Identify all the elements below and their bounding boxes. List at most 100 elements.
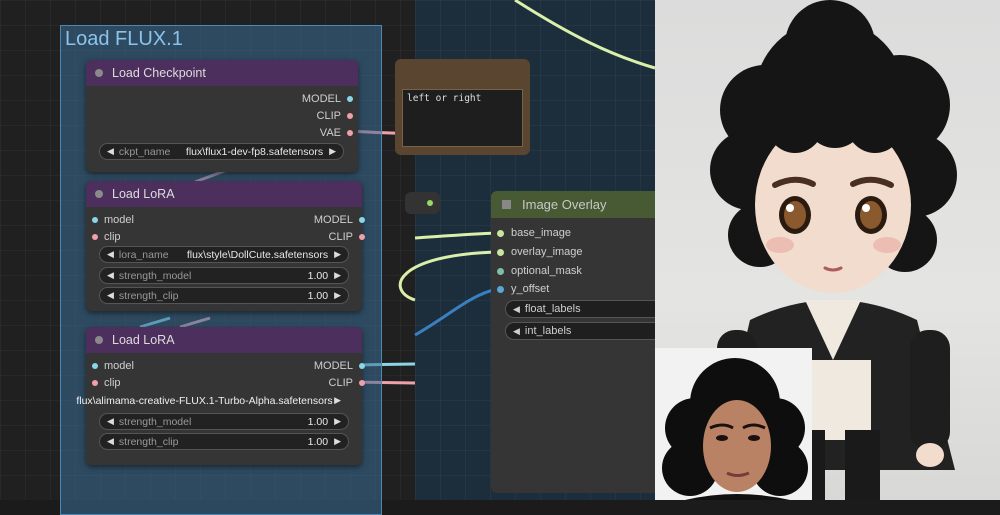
left-arrow-icon[interactable]: ◀ <box>107 290 114 301</box>
right-arrow-icon[interactable]: ▶ <box>334 290 341 301</box>
image-socket-icon[interactable] <box>497 229 504 237</box>
strength-clip-value: 1.00 <box>307 435 329 448</box>
reroute-socket-icon[interactable] <box>427 200 433 206</box>
lora-name-label: lora_name <box>118 248 169 261</box>
input-clip-label: clip <box>104 231 121 243</box>
image-socket-icon[interactable] <box>497 248 504 256</box>
ckpt-name-value: flux\flux1-dev-fp8.safetensors <box>185 145 324 158</box>
strength-clip-number[interactable]: ◀ strength_clip 1.00 ▶ <box>99 287 349 304</box>
clip-socket-icon[interactable] <box>359 380 365 386</box>
load-checkpoint-node[interactable]: Load Checkpoint MODEL CLIP VAE ◀ ckpt_na… <box>86 60 358 172</box>
lora2-header[interactable]: Load LoRA <box>86 327 362 353</box>
load-lora-node-2[interactable]: Load LoRA model clip MODEL CLIP flux\ali… <box>76 327 365 465</box>
collapse-square-icon[interactable] <box>502 200 511 209</box>
ckpt-name-label: ckpt_name <box>118 145 171 158</box>
input-y-offset[interactable]: y_offset <box>497 283 549 295</box>
int-labels-label: int_labels <box>524 325 572 337</box>
left-arrow-icon[interactable]: ◀ <box>107 436 114 447</box>
strength-model-value: 1.00 <box>307 269 329 282</box>
left-arrow-icon[interactable]: ◀ <box>107 416 114 427</box>
collapse-dot-icon[interactable] <box>95 69 103 77</box>
strength-model-label: strength_model <box>118 269 192 282</box>
strength-model-value: 1.00 <box>307 415 329 428</box>
left-arrow-icon[interactable]: ◀ <box>107 146 114 157</box>
lora-name-value: flux\alimama-creative-FLUX.1-Turbo-Alpha… <box>76 394 333 407</box>
output-model[interactable]: MODEL <box>314 360 365 372</box>
model-socket-icon[interactable] <box>92 217 98 223</box>
collapse-dot-icon[interactable] <box>95 190 103 198</box>
group-title: Load FLUX.1 <box>65 28 183 50</box>
strength-model-number[interactable]: ◀ strength_model 1.00 ▶ <box>99 413 349 430</box>
left-arrow-icon[interactable]: ◀ <box>107 249 114 260</box>
output-model-label: MODEL <box>313 214 353 226</box>
base-image-label: base_image <box>511 227 571 239</box>
right-arrow-icon[interactable]: ▶ <box>334 436 341 447</box>
model-socket-icon[interactable] <box>359 217 365 223</box>
load-lora-node-1[interactable]: Load LoRA model clip MODEL CLIP ◀ lora_n… <box>86 181 365 311</box>
strength-model-label: strength_model <box>118 415 192 428</box>
reroute-node[interactable] <box>405 192 440 214</box>
output-clip-label: CLIP <box>328 377 353 389</box>
checkpoint-header[interactable]: Load Checkpoint <box>86 60 358 86</box>
mask-socket-icon[interactable] <box>497 267 504 275</box>
lora2-title: Load LoRA <box>112 333 175 347</box>
lora-name-value: flux\style\DollCute.safetensors <box>186 248 329 261</box>
strength-clip-number[interactable]: ◀ strength_clip 1.00 ▶ <box>99 433 349 450</box>
output-clip-label: CLIP <box>328 231 353 243</box>
collapse-dot-icon[interactable] <box>95 336 103 344</box>
clip-socket-icon[interactable] <box>92 234 98 240</box>
vae-socket-icon[interactable] <box>347 130 353 136</box>
strength-model-number[interactable]: ◀ strength_model 1.00 ▶ <box>99 267 349 284</box>
output-model[interactable]: MODEL <box>314 214 365 226</box>
optional-mask-label: optional_mask <box>511 265 582 277</box>
ckpt-name-combo[interactable]: ◀ ckpt_name flux\flux1-dev-fp8.safetenso… <box>99 143 344 160</box>
right-arrow-icon[interactable]: ▶ <box>334 270 341 281</box>
strength-clip-label: strength_clip <box>118 435 179 448</box>
right-arrow-icon[interactable]: ▶ <box>329 146 336 157</box>
lora1-header[interactable]: Load LoRA <box>86 181 362 207</box>
image-overlay-node[interactable]: Image Overlay base_image overlay_image o… <box>491 191 675 493</box>
output-vae[interactable]: VAE <box>320 127 353 139</box>
output-model-label: MODEL <box>313 360 353 372</box>
int-labels-widget[interactable]: ◀ int_labels <box>505 322 675 340</box>
right-arrow-icon[interactable]: ▶ <box>334 249 341 260</box>
input-optional-mask[interactable]: optional_mask <box>497 265 582 277</box>
clip-socket-icon[interactable] <box>92 380 98 386</box>
output-clip[interactable]: CLIP <box>329 231 365 243</box>
clip-socket-icon[interactable] <box>359 234 365 240</box>
lora-name-combo[interactable]: flux\alimama-creative-FLUX.1-Turbo-Alpha… <box>60 392 349 409</box>
input-clip[interactable]: clip <box>92 377 121 389</box>
input-base-image[interactable]: base_image <box>497 227 571 239</box>
lora-name-combo[interactable]: ◀ lora_name flux\style\DollCute.safetens… <box>99 246 349 263</box>
strength-clip-label: strength_clip <box>118 289 179 302</box>
model-socket-icon[interactable] <box>359 363 365 369</box>
input-model-label: model <box>104 214 134 226</box>
input-model[interactable]: model <box>92 214 134 226</box>
note-node[interactable]: left or right <box>395 59 530 155</box>
y-offset-label: y_offset <box>511 283 550 295</box>
reference-photo <box>655 348 812 500</box>
left-arrow-icon[interactable]: ◀ <box>107 270 114 281</box>
output-clip[interactable]: CLIP <box>317 110 353 122</box>
output-model-label: MODEL <box>301 93 341 105</box>
input-clip[interactable]: clip <box>92 231 121 243</box>
clip-socket-icon[interactable] <box>347 113 353 119</box>
output-vae-label: VAE <box>319 127 341 139</box>
model-socket-icon[interactable] <box>347 96 353 102</box>
lora1-title: Load LoRA <box>112 187 175 201</box>
output-model[interactable]: MODEL <box>302 93 353 105</box>
left-arrow-icon[interactable]: ◀ <box>513 326 520 337</box>
image-overlay-header[interactable]: Image Overlay <box>491 191 671 218</box>
input-model-label: model <box>104 360 134 372</box>
output-clip-label: CLIP <box>316 110 341 122</box>
input-overlay-image[interactable]: overlay_image <box>497 246 583 258</box>
overlay-image-label: overlay_image <box>511 246 583 258</box>
left-arrow-icon[interactable]: ◀ <box>513 304 520 315</box>
model-socket-icon[interactable] <box>92 363 98 369</box>
int-socket-icon[interactable] <box>497 285 504 293</box>
float-labels-widget[interactable]: ◀ float_labels <box>505 300 675 318</box>
right-arrow-icon[interactable]: ▶ <box>334 416 341 427</box>
note-text[interactable]: left or right <box>402 89 523 147</box>
input-model[interactable]: model <box>92 360 134 372</box>
output-clip[interactable]: CLIP <box>329 377 365 389</box>
